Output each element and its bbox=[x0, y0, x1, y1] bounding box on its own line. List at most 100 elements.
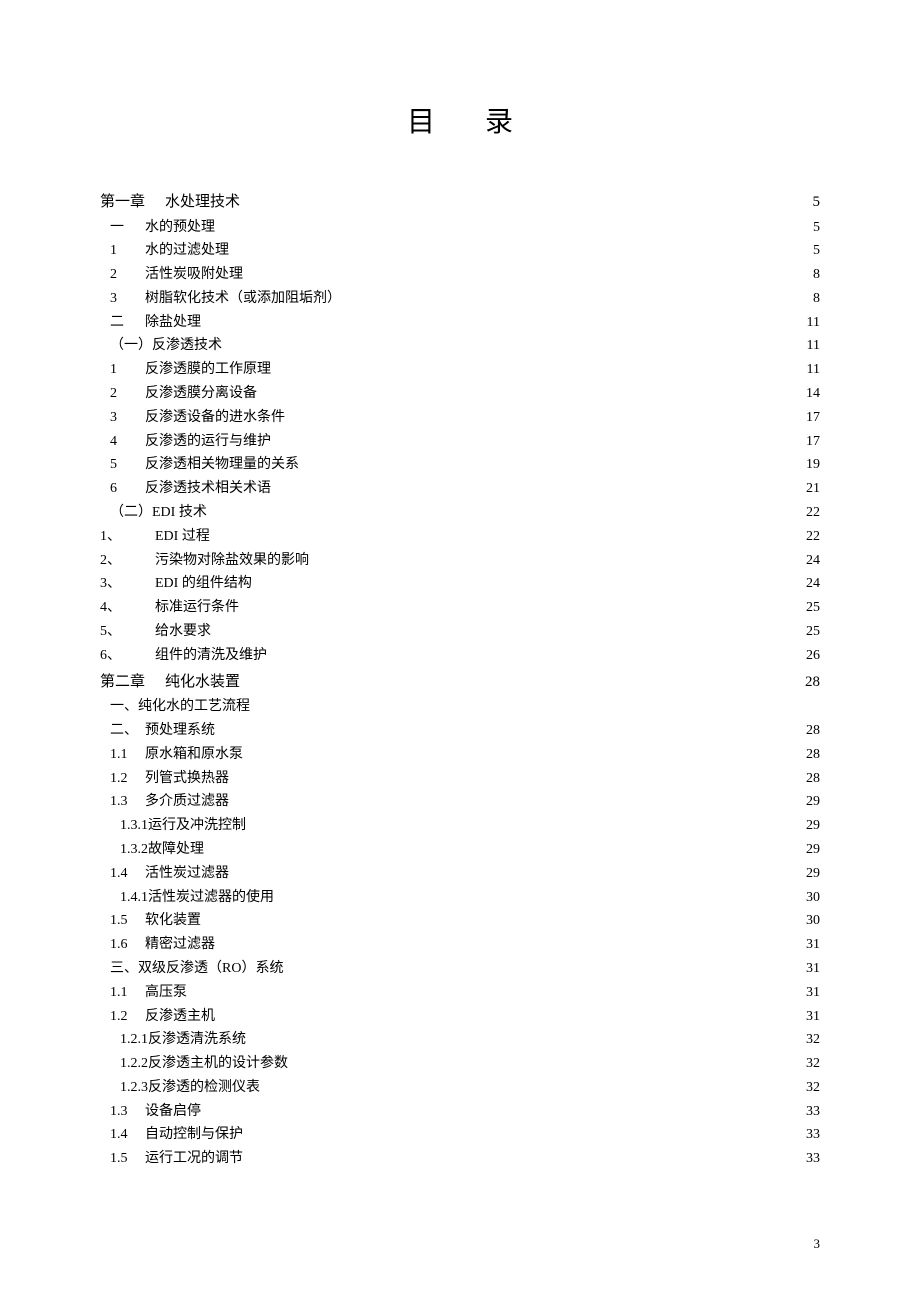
toc-entry-page: 22 bbox=[802, 501, 820, 525]
toc-entry: （一）反渗透技术11 bbox=[100, 334, 820, 358]
toc-entry-text: EDI 的组件结构 bbox=[155, 572, 252, 596]
toc-entry-label: 1.1 bbox=[100, 743, 145, 767]
toc-entry: 1.2.2反渗透主机的设计参数32 bbox=[100, 1052, 820, 1076]
toc-entry-page: 19 bbox=[802, 453, 820, 477]
toc-entry-page: 11 bbox=[802, 311, 820, 335]
toc-entry-page: 31 bbox=[802, 981, 820, 1005]
toc-entry-page: 31 bbox=[802, 957, 820, 981]
toc-entry-page: 32 bbox=[802, 1028, 820, 1052]
toc-entry-text: 标准运行条件 bbox=[155, 596, 239, 620]
toc-entry-page: 28 bbox=[802, 743, 820, 767]
toc-entry-page: 33 bbox=[802, 1100, 820, 1124]
toc-entry-text: （一）反渗透技术 bbox=[100, 334, 222, 358]
toc-entry: 4反渗透的运行与维护17 bbox=[100, 430, 820, 454]
toc-entry-label: 1 bbox=[100, 239, 145, 263]
toc-entry-label: 1.2.1 bbox=[100, 1028, 148, 1052]
toc-entry-text: 预处理系统 bbox=[145, 719, 215, 743]
toc-entry: 3树脂软化技术（或添加阻垢剂）8 bbox=[100, 287, 820, 311]
toc-entry-label: 1.1 bbox=[100, 981, 145, 1005]
toc-entry-label: 1.4.1 bbox=[100, 886, 148, 910]
toc-entry: 5、给水要求25 bbox=[100, 620, 820, 644]
toc-entry: 6、组件的清洗及维护 26 bbox=[100, 644, 820, 668]
toc-entry-text: 高压泵 bbox=[145, 981, 187, 1005]
toc-entry-text: 水的预处理 bbox=[145, 216, 215, 240]
toc-entry: 4、标准运行条件25 bbox=[100, 596, 820, 620]
toc-entry-label: 二、 bbox=[100, 719, 145, 743]
toc-entry: 一水的预处理 5 bbox=[100, 216, 820, 240]
toc-entry-text: 反渗透技术相关术语 bbox=[145, 477, 271, 501]
toc-entry-text: 组件的清洗及维护 bbox=[155, 644, 267, 668]
toc-entry-page: 24 bbox=[802, 572, 820, 596]
toc-entry-page: 8 bbox=[802, 287, 820, 311]
toc-entry-page: 22 bbox=[802, 525, 820, 549]
toc-entry: 1.3多介质过滤器 29 bbox=[100, 790, 820, 814]
toc-entry-label: 一 bbox=[100, 216, 145, 240]
toc-entry-label: 6、 bbox=[100, 644, 155, 668]
toc-entry-text: 活性炭吸附处理 bbox=[145, 263, 243, 287]
toc-entry-page: 24 bbox=[802, 549, 820, 573]
toc-entry-label: 1.2 bbox=[100, 767, 145, 791]
toc-entry-label: 1.2.2 bbox=[100, 1052, 148, 1076]
toc-entry: 3、EDI 的组件结构 24 bbox=[100, 572, 820, 596]
toc-entry-label: 1.4 bbox=[100, 1123, 145, 1147]
toc-entry-text: 一、纯化水的工艺流程 bbox=[100, 695, 250, 719]
toc-entry-label: 1.2.3 bbox=[100, 1076, 148, 1100]
toc-entry-page: 31 bbox=[802, 1005, 820, 1029]
toc-entry-text: 自动控制与保护 bbox=[145, 1123, 243, 1147]
toc-entry: 1.4活性炭过滤器29 bbox=[100, 862, 820, 886]
toc-entry-page: 33 bbox=[802, 1123, 820, 1147]
toc-entry-page: 14 bbox=[802, 382, 820, 406]
toc-entry-page: 25 bbox=[802, 620, 820, 644]
toc-entry-page: 21 bbox=[802, 477, 820, 501]
toc-entry-text: 反渗透的检测仪表 bbox=[148, 1076, 260, 1100]
toc-entry: 1.1高压泵 31 bbox=[100, 981, 820, 1005]
toc-entry-page: 26 bbox=[802, 644, 820, 668]
toc-entry-page: 17 bbox=[802, 406, 820, 430]
toc-entry-label: 5 bbox=[100, 453, 145, 477]
toc-entry-label: 1.2 bbox=[100, 1005, 145, 1029]
toc-entry-label: 2、 bbox=[100, 549, 155, 573]
toc-entry-label: 1.3 bbox=[100, 790, 145, 814]
table-of-contents: 第一章水处理技术5一水的预处理51水的过滤处理52活性炭吸附处理83树脂软化技术… bbox=[100, 190, 820, 1171]
toc-entry-label: 6 bbox=[100, 477, 145, 501]
toc-entry-text: 水的过滤处理 bbox=[145, 239, 229, 263]
toc-entry-text: 活性炭过滤器 bbox=[145, 862, 229, 886]
toc-entry: 2活性炭吸附处理8 bbox=[100, 263, 820, 287]
toc-entry-label: 1、 bbox=[100, 525, 155, 549]
toc-entry-label: 2 bbox=[100, 382, 145, 406]
toc-entry-text: 水处理技术 bbox=[165, 190, 240, 216]
toc-entry-page: 30 bbox=[802, 886, 820, 910]
toc-entry-label: 3、 bbox=[100, 572, 155, 596]
toc-entry-label: 第二章 bbox=[100, 670, 165, 696]
toc-entry-text: 给水要求 bbox=[155, 620, 211, 644]
toc-entry: 1反渗透膜的工作原理11 bbox=[100, 358, 820, 382]
toc-entry-page: 5 bbox=[802, 216, 820, 240]
toc-entry-text: 污染物对除盐效果的影响 bbox=[155, 549, 309, 573]
toc-entry: 1.2.1反渗透清洗系统32 bbox=[100, 1028, 820, 1052]
toc-entry-page: 5 bbox=[802, 239, 820, 263]
toc-entry-text: 纯化水装置 bbox=[165, 670, 240, 696]
toc-entry-label: 2 bbox=[100, 263, 145, 287]
toc-entry-page: 29 bbox=[802, 862, 820, 886]
toc-entry: 1.4自动控制与保护 33 bbox=[100, 1123, 820, 1147]
toc-entry-page: 29 bbox=[802, 790, 820, 814]
toc-entry-label: 3 bbox=[100, 287, 145, 311]
toc-entry-text: 设备启停 bbox=[145, 1100, 201, 1124]
toc-entry-label: 1.6 bbox=[100, 933, 145, 957]
toc-entry-text: 活性炭过滤器的使用 bbox=[148, 886, 274, 910]
toc-entry-text: 运行及冲洗控制 bbox=[148, 814, 246, 838]
toc-entry-text: 运行工况的调节 bbox=[145, 1147, 243, 1171]
toc-entry: 1.5运行工况的调节33 bbox=[100, 1147, 820, 1171]
toc-entry: 1、EDI 过程22 bbox=[100, 525, 820, 549]
toc-entry: 1.4.1活性炭过滤器的使用 30 bbox=[100, 886, 820, 910]
toc-entry: 1.3.2故障处理29 bbox=[100, 838, 820, 862]
toc-entry-page: 29 bbox=[802, 838, 820, 862]
toc-entry: 1.3.1运行及冲洗控制29 bbox=[100, 814, 820, 838]
toc-entry: 1水的过滤处理 5 bbox=[100, 239, 820, 263]
toc-entry: 第二章纯化水装置28 bbox=[100, 670, 820, 696]
toc-entry-text: 多介质过滤器 bbox=[145, 790, 229, 814]
toc-entry-text: 反渗透主机的设计参数 bbox=[148, 1052, 288, 1076]
toc-entry-text: （二）EDI 技术 bbox=[100, 501, 207, 525]
document-page: 目录 第一章水处理技术5一水的预处理51水的过滤处理52活性炭吸附处理83树脂软… bbox=[0, 0, 920, 1211]
toc-entry-label: 1.3.2 bbox=[100, 838, 148, 862]
